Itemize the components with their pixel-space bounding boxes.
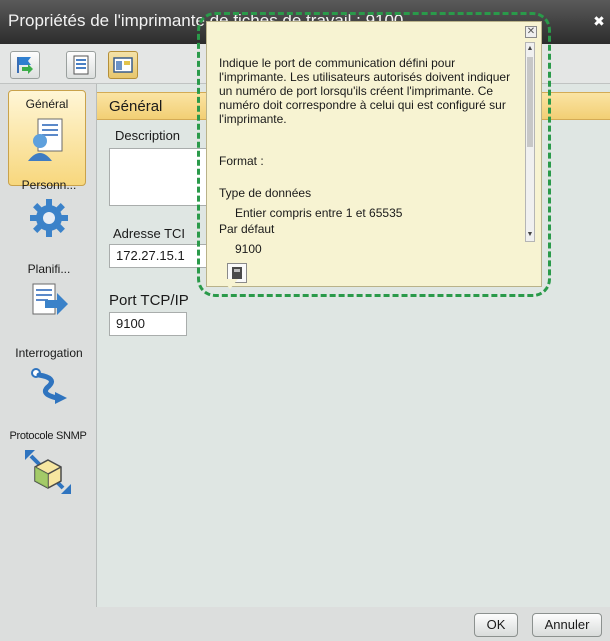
- user-document-icon: [28, 118, 63, 161]
- tooltip-tail: [222, 279, 238, 289]
- section-title: Général: [109, 98, 163, 115]
- sidebar: Général Personn... Planifi... Interrogat…: [0, 84, 96, 641]
- sidebar-item-general[interactable]: Général: [8, 90, 86, 186]
- sidebar-item-label: Protocole SNMP: [9, 430, 87, 442]
- sidebar-item-schedule[interactable]: Planifi...: [4, 262, 94, 324]
- description-label: Description: [115, 128, 181, 143]
- path-arrow-icon: [31, 368, 67, 404]
- sidebar-item-polling[interactable]: Interrogation: [4, 346, 94, 408]
- tcp-address-label: Adresse TCI: [113, 226, 186, 241]
- tooltip-data-type-value: Entier compris entre 1 et 65535: [235, 206, 403, 220]
- close-icon[interactable]: ✕: [525, 26, 537, 38]
- tooltip-description: Indique le port de communication défini …: [219, 56, 511, 126]
- toolbar-button-panel[interactable]: [108, 51, 138, 79]
- tooltip-data-type-label: Type de données: [219, 186, 312, 200]
- tcp-port-label: Port TCP/IP: [109, 292, 189, 309]
- help-tooltip: ✕ ▲ ▼ Indique le port de communication d…: [206, 21, 542, 287]
- document-list-icon: [73, 55, 89, 75]
- help-tooltip-highlight: ✕ ▲ ▼ Indique le port de communication d…: [197, 12, 551, 297]
- tooltip-scrollbar[interactable]: ▲ ▼: [525, 42, 535, 242]
- toolbar-button-navigate[interactable]: [10, 51, 40, 79]
- close-icon[interactable]: ✖: [592, 14, 606, 28]
- network-cube-icon: [25, 450, 71, 494]
- tooltip-default-value: 9100: [235, 242, 262, 256]
- cancel-button[interactable]: Annuler: [532, 613, 602, 637]
- scroll-down-icon[interactable]: ▼: [526, 229, 534, 241]
- dialog-footer: OK Annuler: [96, 607, 610, 641]
- toolbar-button-list[interactable]: [66, 51, 96, 79]
- sidebar-item-label: Interrogation: [15, 346, 83, 360]
- tcp-port-field[interactable]: 9100: [109, 312, 187, 336]
- flag-arrow-icon: [17, 57, 33, 74]
- gear-icon: [30, 199, 68, 237]
- tooltip-default-label: Par défaut: [219, 222, 275, 236]
- sidebar-item-label: Personn...: [21, 178, 77, 192]
- scroll-up-icon[interactable]: ▲: [526, 43, 534, 55]
- printer-properties-window: Propriétés de l'imprimante de fiches de …: [0, 0, 610, 641]
- schedule-arrow-icon: [32, 283, 68, 315]
- sidebar-item-personalize[interactable]: Personn...: [4, 178, 94, 240]
- tooltip-format-label: Format :: [219, 154, 264, 168]
- sidebar-item-snmp[interactable]: Protocole SNMP: [0, 430, 96, 498]
- scroll-thumb[interactable]: [527, 57, 533, 147]
- ok-button[interactable]: OK: [474, 613, 518, 637]
- sidebar-item-label: Général: [25, 97, 69, 111]
- window-panel-icon: [113, 57, 133, 73]
- sidebar-item-label: Planifi...: [27, 262, 71, 276]
